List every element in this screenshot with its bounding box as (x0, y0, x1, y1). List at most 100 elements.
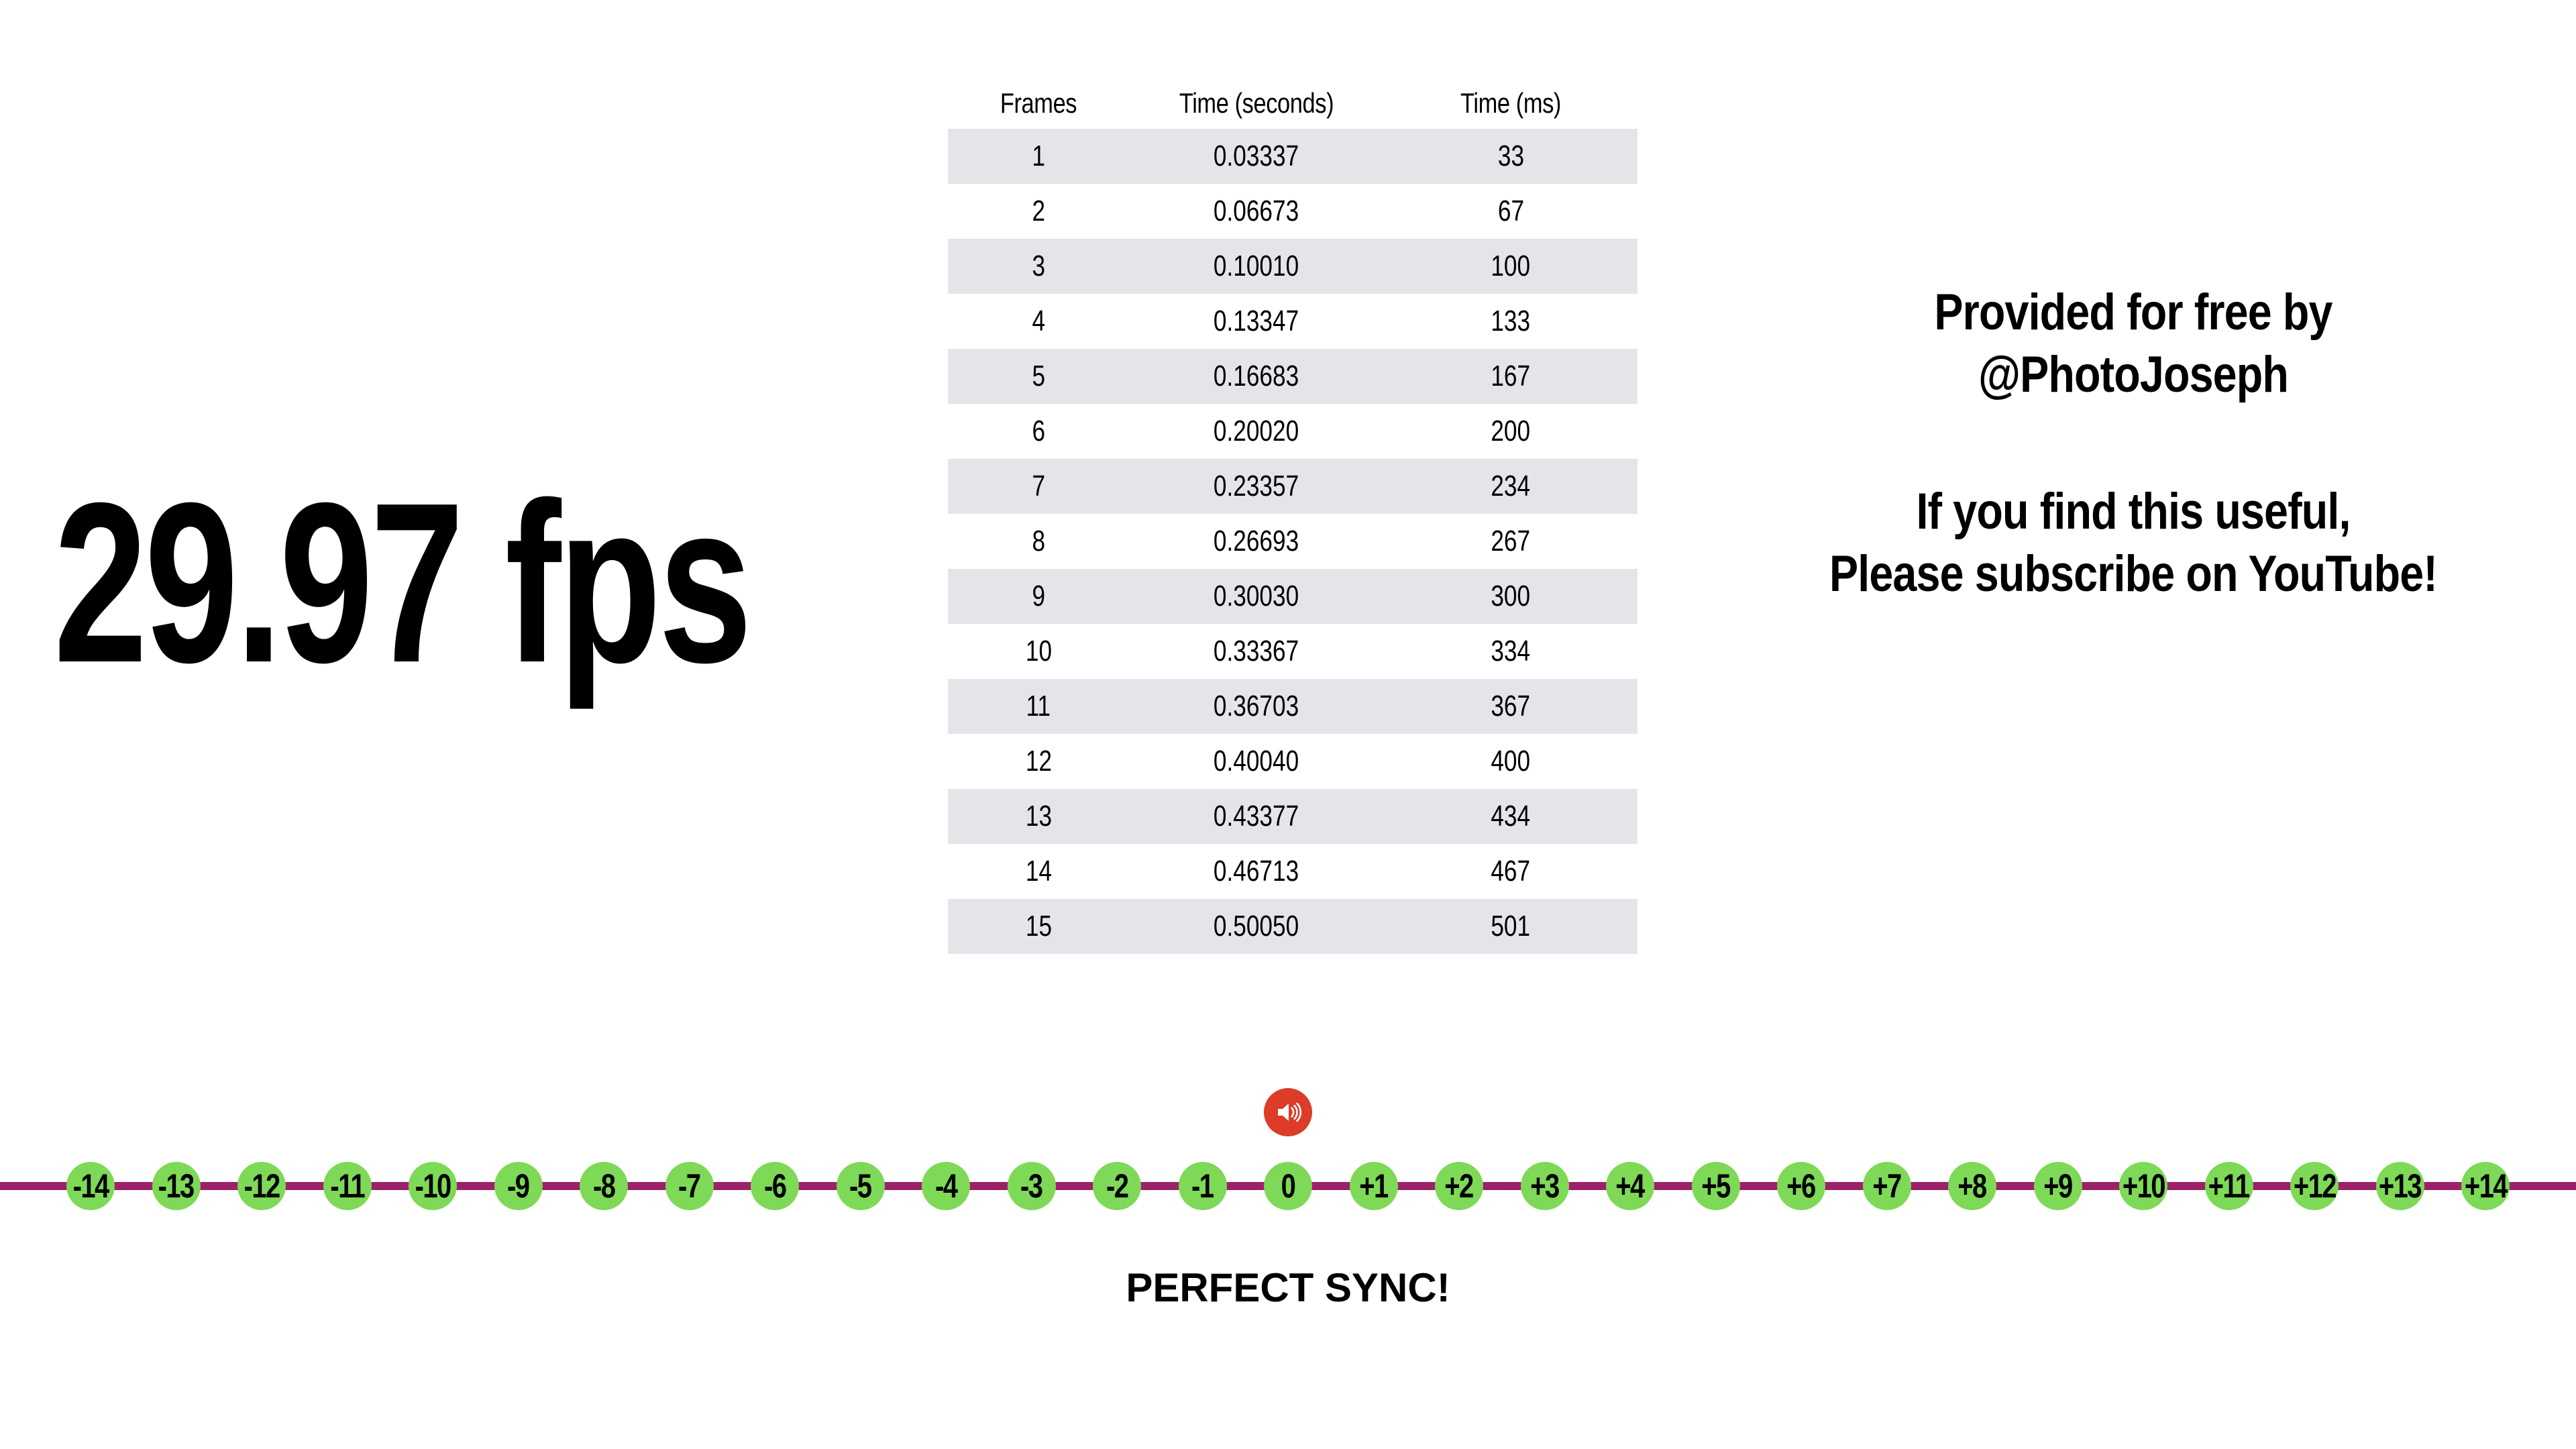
timeline-marker-label: +13 (2378, 1167, 2422, 1205)
table-row: 2 0.06673 67 (948, 184, 1638, 239)
table-row: 11 0.36703 367 (948, 679, 1638, 734)
timeline-marker[interactable]: 0 (1264, 1162, 1312, 1210)
cell-ms-value: 300 (1491, 580, 1531, 612)
table-header-row: Frames Time (seconds) Time (ms) (948, 87, 1638, 129)
timeline-marker-label: +4 (1615, 1167, 1646, 1205)
timeline-marker[interactable]: +3 (1520, 1162, 1569, 1210)
timeline-marker[interactable]: -4 (922, 1162, 970, 1210)
timeline-marker[interactable]: -9 (494, 1162, 543, 1210)
promo-line-provided-by: Provided for free by (1934, 284, 2332, 341)
timeline-marker[interactable]: -5 (836, 1162, 885, 1210)
timeline-marker[interactable]: -12 (237, 1162, 286, 1210)
cell-frames-value: 2 (1032, 195, 1045, 227)
cell-seconds-value: 0.16683 (1214, 360, 1299, 392)
table-row: 4 0.13347 133 (948, 294, 1638, 349)
timeline-marker-label: +2 (1444, 1167, 1474, 1205)
timeline-marker-label: +3 (1530, 1167, 1560, 1205)
timeline-marker[interactable]: +7 (1862, 1162, 1911, 1210)
timeline-marker[interactable]: +8 (1948, 1162, 1996, 1210)
timeline-marker[interactable]: -6 (751, 1162, 799, 1210)
cell-frames: 15 (948, 899, 1129, 954)
timeline-marker[interactable]: -2 (1093, 1162, 1141, 1210)
cell-ms: 33 (1384, 129, 1638, 184)
table-row: 10 0.33367 334 (948, 624, 1638, 679)
timeline-marker[interactable]: +1 (1349, 1162, 1398, 1210)
timeline-marker[interactable]: +9 (2033, 1162, 2082, 1210)
cell-frames: 11 (948, 679, 1129, 734)
timeline-marker-row[interactable]: -14 -13 -12 -11 -10 -9 -8 -7 -6 -5 -4 -3 -2 -1 0 +1 +2 +3… (0, 1162, 2576, 1210)
cell-frames-value: 9 (1032, 580, 1045, 612)
cell-frames: 12 (948, 734, 1129, 789)
timeline-marker-label: -7 (678, 1167, 701, 1205)
cell-seconds-value: 0.23357 (1214, 470, 1299, 502)
cell-frames: 7 (948, 459, 1129, 514)
cell-seconds-value: 0.26693 (1214, 525, 1299, 557)
timeline-marker-label: -8 (592, 1167, 616, 1205)
timeline-marker[interactable]: +5 (1691, 1162, 1740, 1210)
table-row: 12 0.40040 400 (948, 734, 1638, 789)
cell-frames-value: 11 (1026, 690, 1051, 722)
table-row: 1 0.03337 33 (948, 129, 1638, 184)
cell-seconds: 0.50050 (1129, 899, 1384, 954)
timeline-marker[interactable]: -14 (66, 1162, 115, 1210)
timeline-marker-label: -1 (1191, 1167, 1214, 1205)
timeline-marker[interactable]: +13 (2375, 1162, 2424, 1210)
cell-frames-value: 15 (1025, 910, 1052, 943)
timeline-marker[interactable]: +12 (2290, 1162, 2339, 1210)
timeline-marker[interactable]: -3 (1007, 1162, 1056, 1210)
cell-frames-value: 6 (1032, 415, 1045, 447)
timeline-marker[interactable]: +2 (1435, 1162, 1483, 1210)
timeline-marker-label: +7 (1872, 1167, 1902, 1205)
cell-seconds: 0.20020 (1129, 404, 1384, 459)
cell-seconds-value: 0.50050 (1214, 910, 1299, 943)
timeline-marker-label: +11 (2208, 1167, 2250, 1205)
table-body: 1 0.03337 33 2 0.06673 67 3 0.10010 100 4 0.13347 1… (948, 129, 1638, 954)
table-row: 5 0.16683 167 (948, 349, 1638, 404)
timeline-marker-label: +10 (2122, 1167, 2165, 1205)
timeline-marker[interactable]: -7 (665, 1162, 714, 1210)
promo-line-handle: @PhotoJoseph (1978, 345, 2289, 403)
timeline-marker-label: -14 (72, 1167, 109, 1205)
cell-ms: 300 (1384, 569, 1638, 624)
sync-status-label: PERFECT SYNC! (1126, 1265, 1450, 1310)
timeline-marker[interactable]: -11 (323, 1162, 372, 1210)
timeline-marker[interactable]: -8 (580, 1162, 628, 1210)
cell-ms-value: 133 (1491, 305, 1531, 337)
cell-frames: 10 (948, 624, 1129, 679)
cell-frames-value: 12 (1025, 745, 1052, 777)
cell-ms-value: 100 (1491, 250, 1531, 282)
timeline-marker[interactable]: -13 (152, 1162, 201, 1210)
timeline-marker[interactable]: +4 (1606, 1162, 1654, 1210)
cell-ms-value: 434 (1491, 800, 1531, 833)
cell-seconds: 0.13347 (1129, 294, 1384, 349)
cell-ms: 234 (1384, 459, 1638, 514)
cell-frames: 4 (948, 294, 1129, 349)
timeline-marker[interactable]: -10 (409, 1162, 457, 1210)
timeline-marker[interactable]: +6 (1777, 1162, 1825, 1210)
cell-ms-value: 67 (1497, 195, 1524, 227)
table-row: 8 0.26693 267 (948, 514, 1638, 569)
timeline-marker-label: +6 (1786, 1167, 1817, 1205)
cell-ms: 133 (1384, 294, 1638, 349)
cell-ms-value: 400 (1491, 745, 1531, 777)
promo-line-if-useful: If you find this useful, (1916, 483, 2351, 541)
cell-ms: 501 (1384, 899, 1638, 954)
timeline-marker[interactable]: +14 (2461, 1162, 2510, 1210)
table-row: 13 0.43377 434 (948, 789, 1638, 844)
speaker-volume-icon[interactable] (1264, 1088, 1312, 1136)
timeline-marker-label: +1 (1359, 1167, 1389, 1205)
cell-ms-value: 467 (1491, 855, 1531, 888)
timeline-marker[interactable]: -1 (1178, 1162, 1227, 1210)
cell-frames: 9 (948, 569, 1129, 624)
timeline-marker[interactable]: +11 (2204, 1162, 2253, 1210)
cell-seconds-value: 0.33367 (1214, 635, 1299, 667)
cell-seconds: 0.06673 (1129, 184, 1384, 239)
timeline-marker-label: -11 (330, 1167, 365, 1205)
timeline-marker-label: -13 (158, 1167, 195, 1205)
table-row: 9 0.30030 300 (948, 569, 1638, 624)
timeline-marker[interactable]: +10 (2119, 1162, 2167, 1210)
cell-ms: 367 (1384, 679, 1638, 734)
cell-frames: 14 (948, 844, 1129, 899)
timeline-marker-label: +8 (1957, 1167, 1988, 1205)
cell-ms-value: 334 (1491, 635, 1531, 667)
